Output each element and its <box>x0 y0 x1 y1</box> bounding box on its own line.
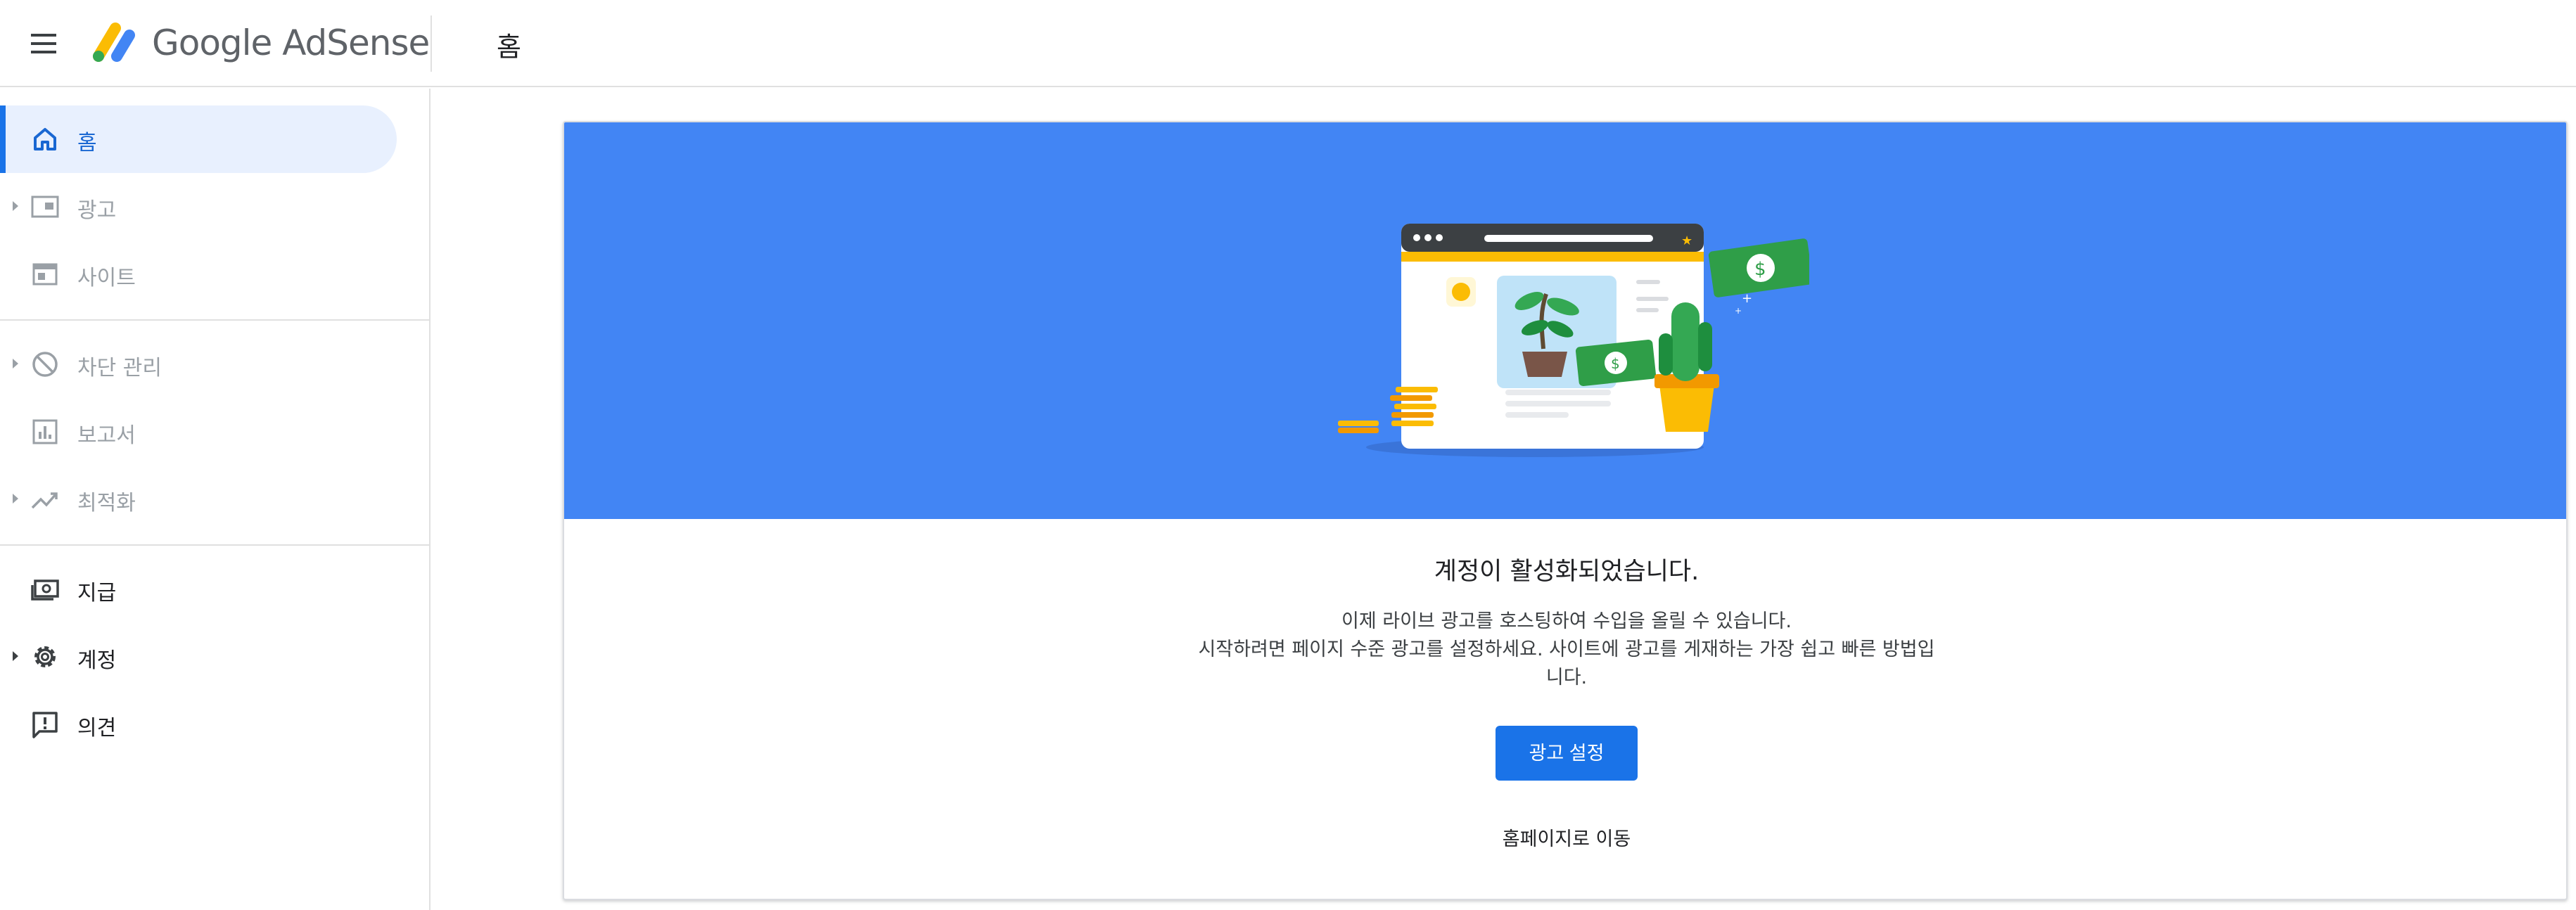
sidebar-item-label: 사이트 <box>77 266 136 290</box>
account-activated-card: ★ $ $ + + 계정이 활성화되었습니다. 이제 라이브 광고를 호스팅하여… <box>563 121 2568 900</box>
hamburger-menu-icon[interactable] <box>28 30 62 58</box>
optimization-icon <box>31 492 58 509</box>
sidebar-item-feedback[interactable]: 의견 <box>0 691 397 758</box>
sidebar-item-sites[interactable]: 사이트 <box>0 241 397 308</box>
sidebar-item-label: 광고 <box>77 198 117 223</box>
sidebar-item-label: 의견 <box>77 716 117 741</box>
adsense-logo-icon <box>93 23 135 62</box>
card-title: 계정이 활성화되었습니다. <box>1434 558 1700 586</box>
feedback-icon <box>32 712 58 738</box>
hero-banner: ★ $ $ + + <box>564 122 2566 519</box>
ads-icon <box>31 196 59 218</box>
expand-arrow-icon <box>13 651 18 661</box>
sidebar-item-account[interactable]: 계정 <box>0 623 397 691</box>
page-title: 홈 <box>497 32 521 63</box>
go-to-homepage-link[interactable]: 홈페이지로 이동 <box>1426 819 1707 861</box>
setup-ads-button[interactable]: 광고 설정 <box>1496 726 1638 781</box>
card-description: 이제 라이브 광고를 호스팅하여 수입을 올릴 수 있습니다. 시작하려면 페이… <box>1197 608 1936 692</box>
header-divider <box>431 15 432 72</box>
sidebar-item-blocking-controls[interactable]: 차단 관리 <box>0 331 397 398</box>
sidebar-item-reports[interactable]: 보고서 <box>0 398 397 466</box>
description-line-2: 시작하려면 페이지 수준 광고를 설정하세요. 사이트에 광고를 게재하는 가장… <box>1198 639 1935 688</box>
svg-text:★: ★ <box>1681 233 1692 248</box>
sites-icon <box>32 263 58 286</box>
sidebar-item-ads[interactable]: 광고 <box>0 173 397 241</box>
payments-icon <box>31 579 59 601</box>
sidebar-item-optimization[interactable]: 최적화 <box>0 466 397 533</box>
svg-text:+: + <box>1742 291 1752 306</box>
home-icon <box>34 128 56 150</box>
expand-arrow-icon <box>13 201 18 211</box>
sidebar-nav: 홈 광고 사이트 차단 관리 보고서 최적화 지급 계정 의견 <box>0 89 431 910</box>
block-icon <box>32 352 58 377</box>
svg-text:+: + <box>1735 306 1742 316</box>
sidebar-item-label: 홈 <box>77 131 97 155</box>
gear-icon <box>34 646 56 667</box>
app-name: Google AdSense <box>152 23 430 63</box>
sidebar-item-label: 차단 관리 <box>77 356 162 380</box>
svg-text:$: $ <box>1611 355 1620 372</box>
expand-arrow-icon <box>13 494 18 504</box>
sidebar-item-home[interactable]: 홈 <box>0 105 397 173</box>
expand-arrow-icon <box>13 359 18 369</box>
sidebar-item-label: 최적화 <box>77 491 136 515</box>
nav-divider <box>0 544 431 546</box>
sidebar-item-label: 보고서 <box>77 423 136 448</box>
description-line-1: 이제 라이브 광고를 호스팅하여 수입을 올릴 수 있습니다. <box>1341 610 1792 632</box>
svg-text:$: $ <box>1754 259 1766 280</box>
account-activated-illustration: ★ $ $ + + <box>1338 224 1809 457</box>
sidebar-item-label: 지급 <box>77 581 117 605</box>
top-app-bar: Google AdSense 홈 <box>0 0 2576 87</box>
sidebar-item-payments[interactable]: 지급 <box>0 556 397 623</box>
nav-divider <box>0 319 431 321</box>
reports-icon <box>32 419 58 444</box>
sidebar-item-label: 계정 <box>77 648 117 673</box>
